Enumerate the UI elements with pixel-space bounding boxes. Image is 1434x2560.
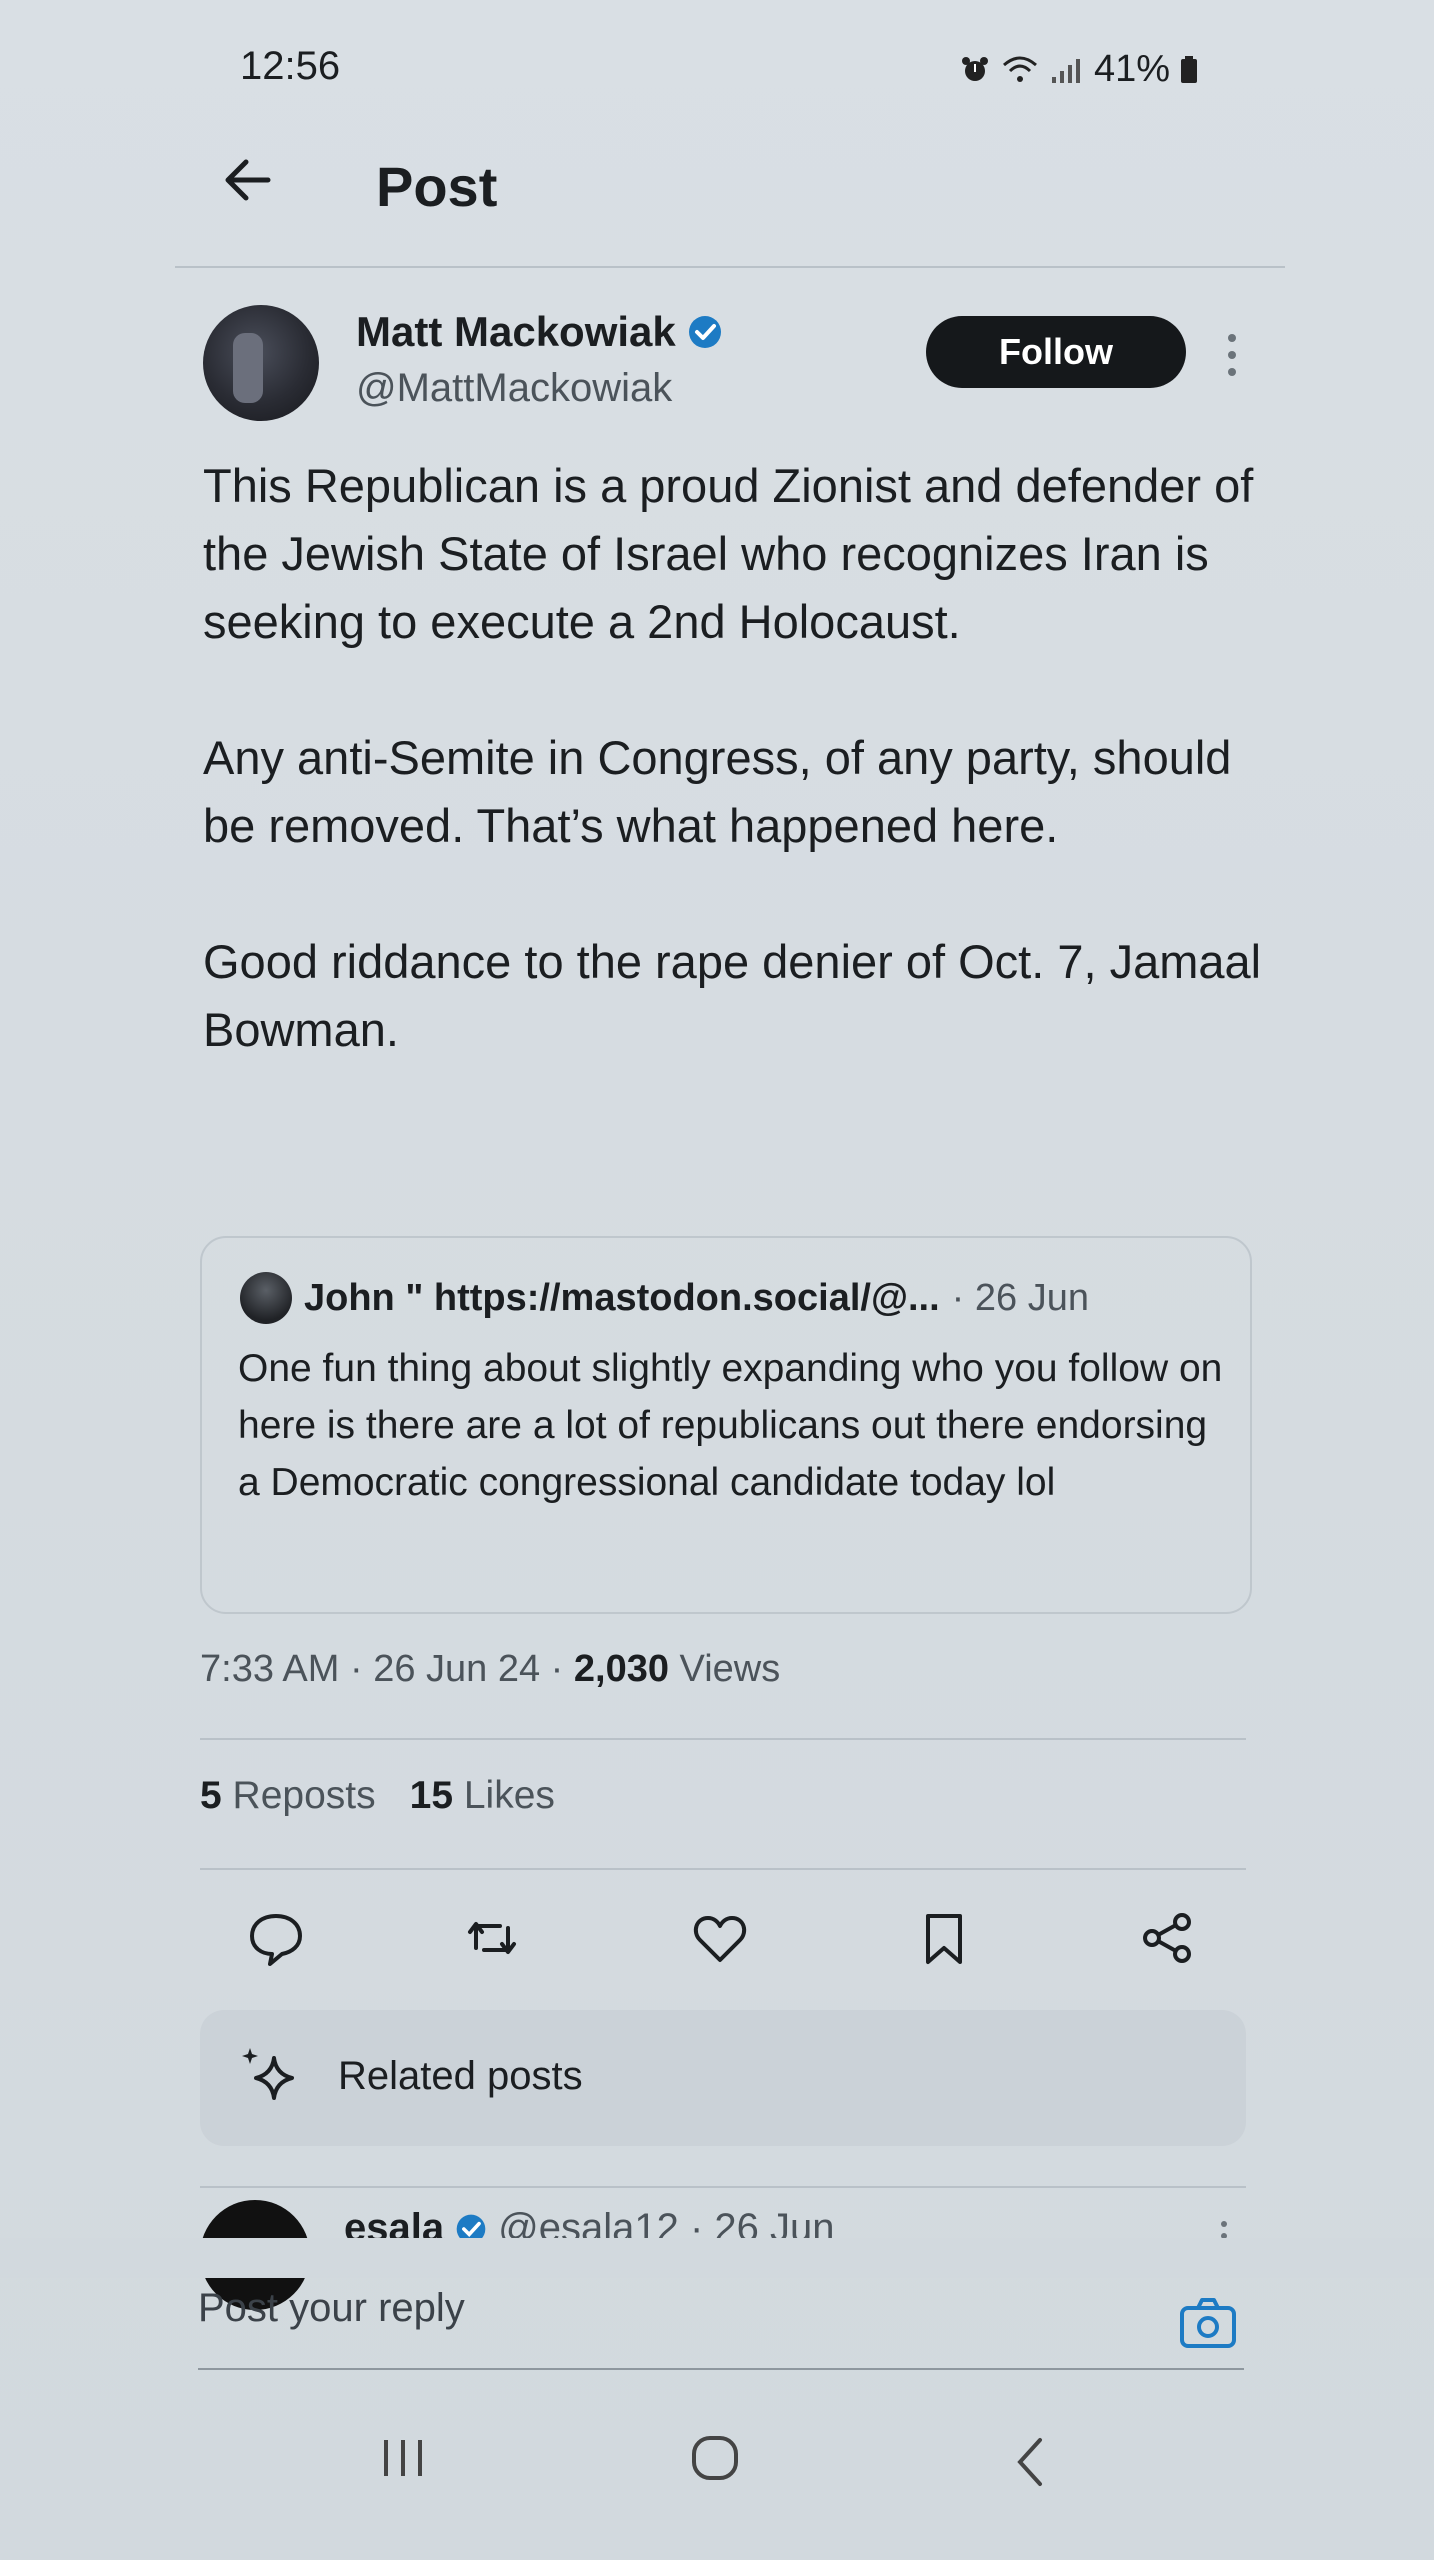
reply-input[interactable]: Post your reply [198,2286,958,2331]
home-icon[interactable] [690,2436,740,2480]
views-count: 2,030 [573,1648,669,1690]
status-time: 12:56 [240,44,341,88]
author-name[interactable]: Matt Mackowiak [356,308,724,356]
bookmark-icon[interactable] [914,1908,974,1968]
back-icon[interactable] [1010,2436,1050,2488]
repost-icon[interactable] [462,1908,522,1968]
verified-badge-icon [688,316,721,348]
wifi-icon [1003,56,1037,82]
likes-stat[interactable]: 15 Likes [410,1774,555,1818]
reply-bar-background [0,2238,1434,2278]
author-handle[interactable]: @MattMackowiak [356,366,672,411]
post-meta: 7:33 AM · 26 Jun 24 · 2,030 Views [200,1648,780,1691]
share-icon[interactable] [1138,1908,1198,1968]
related-divider [200,2186,1246,2188]
post-paragraph-2: Any anti-Semite in Congress, of any part… [203,731,1232,852]
avatar[interactable] [203,305,319,421]
engagement-stats: 5 Reposts 15 Likes [200,1774,555,1818]
camera-icon[interactable] [1178,2296,1238,2350]
page-title: Post [376,155,498,218]
quoted-author-name: John " https://mastodon.social/@... [304,1276,940,1319]
quoted-post[interactable]: John " https://mastodon.social/@... · 26… [200,1236,1252,1614]
quoted-avatar [240,1272,292,1324]
battery-icon [1181,55,1198,83]
author-name-text[interactable]: Matt Mackowiak [356,308,676,356]
reposts-label: Reposts [232,1774,376,1817]
views-label: Views [668,1648,781,1690]
screen: 12:56 41% Post Matt Mackowiak @MattMacko… [0,0,1434,2560]
likes-count: 15 [409,1774,454,1817]
post-paragraph-1: This Republican is a proud Zionist and d… [203,459,1254,648]
reposts-count: 5 [200,1774,222,1817]
status-icons: 41% [960,48,1198,91]
like-icon[interactable] [690,1908,750,1968]
signal-icon [1052,58,1080,83]
follow-button[interactable]: Follow [926,316,1186,388]
related-posts[interactable]: Related posts [200,2010,1246,2146]
related-posts-label: Related posts [338,2054,583,2098]
alarm-icon [962,56,988,81]
quoted-text: One fun thing about slightly expanding w… [238,1347,1223,1504]
quoted-date: · 26 Jun [951,1276,1089,1319]
engagement-divider [200,1868,1246,1870]
meta-divider [200,1738,1246,1740]
reply-icon[interactable] [246,1908,306,1968]
reply-divider [198,2368,1244,2370]
header-divider [175,266,1285,268]
post-timestamp: 7:33 AM · 26 Jun 24 · [200,1648,574,1690]
arrow-left-icon[interactable] [218,150,278,210]
likes-label: Likes [463,1774,555,1817]
battery-percent: 41% [1094,48,1171,90]
recent-apps-icon[interactable] [380,2436,426,2480]
more-options-icon[interactable] [1222,330,1242,380]
post-paragraph-3: Good riddance to the rape denier of Oct.… [203,935,1262,1056]
reposts-stat[interactable]: 5 Reposts [200,1774,376,1818]
quoted-post-header: John " https://mastodon.social/@... · 26… [240,1272,1089,1324]
post-text: This Republican is a proud Zionist and d… [203,452,1263,1064]
sparkle-icon [242,2048,294,2100]
